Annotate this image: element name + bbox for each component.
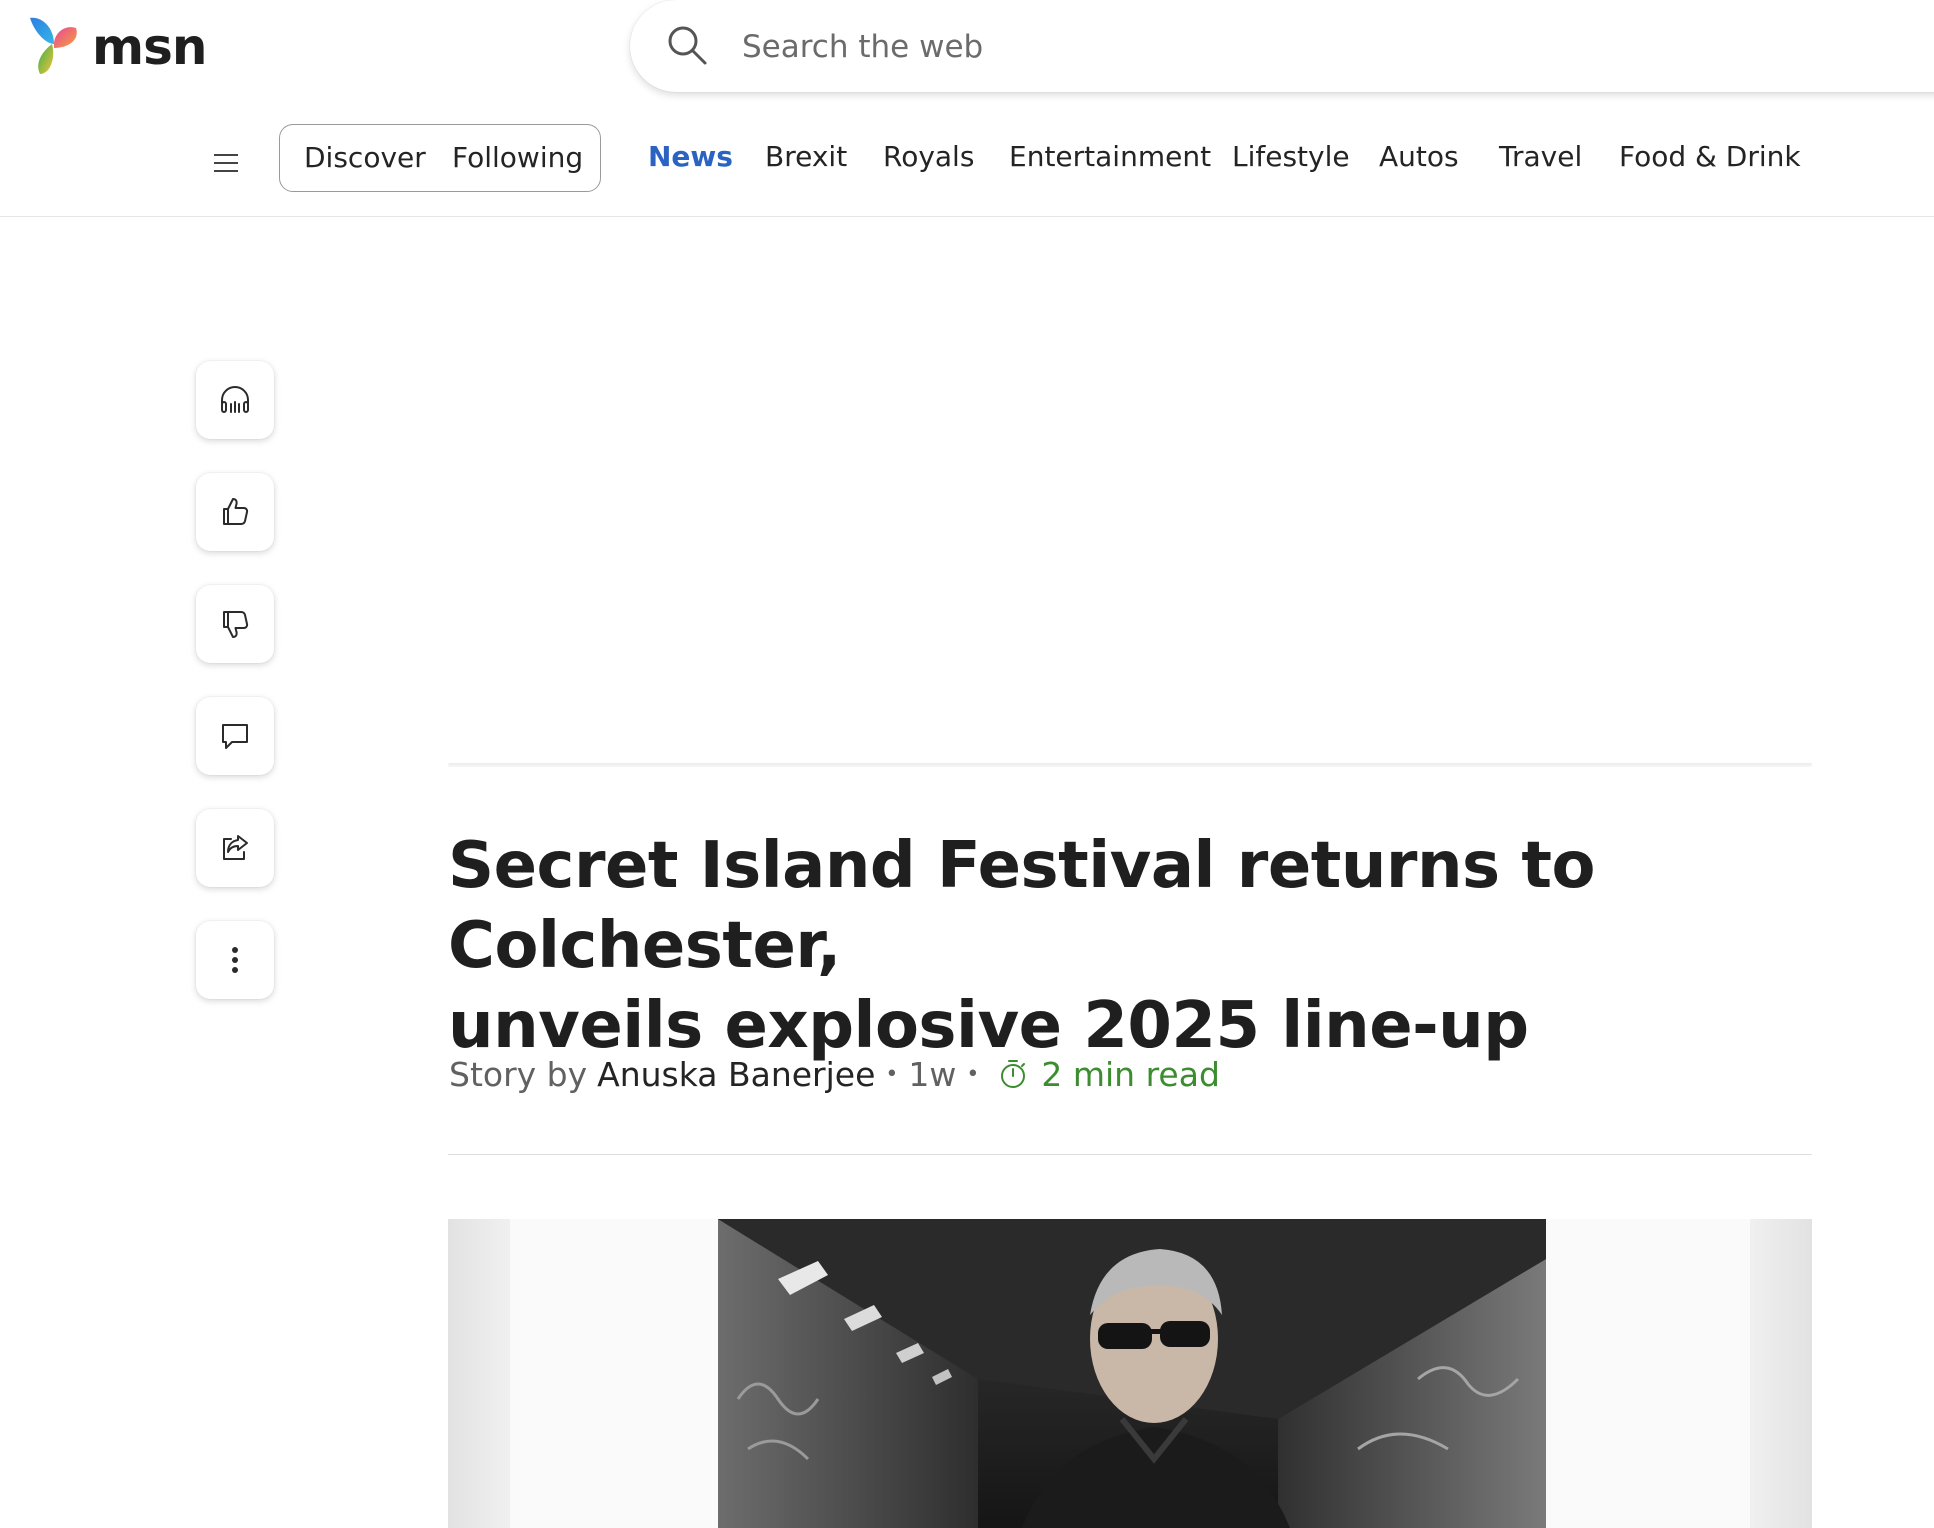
tab-discover[interactable]: Discover: [304, 141, 426, 174]
comment-icon: [222, 724, 248, 749]
nav-link-news[interactable]: News: [648, 140, 733, 173]
timer-icon: [1001, 1060, 1026, 1088]
hero-right-edge: [1750, 1219, 1812, 1528]
hero-image[interactable]: [448, 1219, 1812, 1528]
page: msn Discover Following News Brexit Royal…: [0, 0, 1934, 1528]
more-icon: [232, 947, 238, 973]
hero-left-edge: [448, 1219, 510, 1528]
article-age: 1w: [908, 1054, 957, 1094]
byline: Story by Anuska Banerjee • 1w • 2 min re…: [449, 1052, 1220, 1096]
share-icon: [223, 835, 248, 860]
feed-toggle: Discover Following: [279, 124, 601, 192]
dislike-button[interactable]: [196, 585, 274, 663]
top-navigation: Discover Following News Brexit Royals En…: [0, 120, 1934, 217]
thumbs-down-icon: [223, 611, 249, 638]
author-name[interactable]: Anuska Banerjee: [597, 1055, 875, 1094]
separator-dot: •: [966, 1061, 980, 1087]
menu-icon[interactable]: [210, 146, 244, 180]
story-by-label: Story by: [449, 1054, 588, 1094]
msn-butterfly-icon: [30, 17, 77, 74]
byline-divider: [448, 1154, 1812, 1155]
nav-link-royals[interactable]: Royals: [883, 140, 974, 173]
more-options-button[interactable]: [196, 921, 274, 999]
read-time: 2 min read: [1041, 1054, 1220, 1094]
thumbs-up-icon: [223, 498, 249, 525]
separator-dot: •: [885, 1061, 899, 1087]
logo-text: msn: [92, 18, 207, 76]
listen-button[interactable]: [196, 361, 274, 439]
article-headline: Secret Island Festival returns to Colche…: [448, 826, 1828, 1066]
nav-link-food-drink[interactable]: Food & Drink: [1619, 140, 1801, 173]
msn-logo[interactable]: msn: [24, 14, 207, 78]
ad-separator: [448, 763, 1812, 767]
nav-link-travel[interactable]: Travel: [1499, 140, 1582, 173]
search-bar[interactable]: [630, 0, 1934, 92]
nav-link-autos[interactable]: Autos: [1379, 140, 1459, 173]
nav-link-brexit[interactable]: Brexit: [765, 140, 847, 173]
headphones-icon: [221, 386, 249, 413]
share-button[interactable]: [196, 809, 274, 887]
hero-photo: [718, 1219, 1546, 1528]
headline-line-1: Secret Island Festival returns to Colche…: [448, 829, 1595, 983]
search-icon: [668, 26, 707, 65]
like-button[interactable]: [196, 473, 274, 551]
nav-link-lifestyle[interactable]: Lifestyle: [1232, 140, 1350, 173]
comments-button[interactable]: [196, 697, 274, 775]
tab-following[interactable]: Following: [452, 141, 583, 174]
search-input[interactable]: [740, 22, 1444, 72]
nav-link-entertainment[interactable]: Entertainment: [1009, 140, 1211, 173]
